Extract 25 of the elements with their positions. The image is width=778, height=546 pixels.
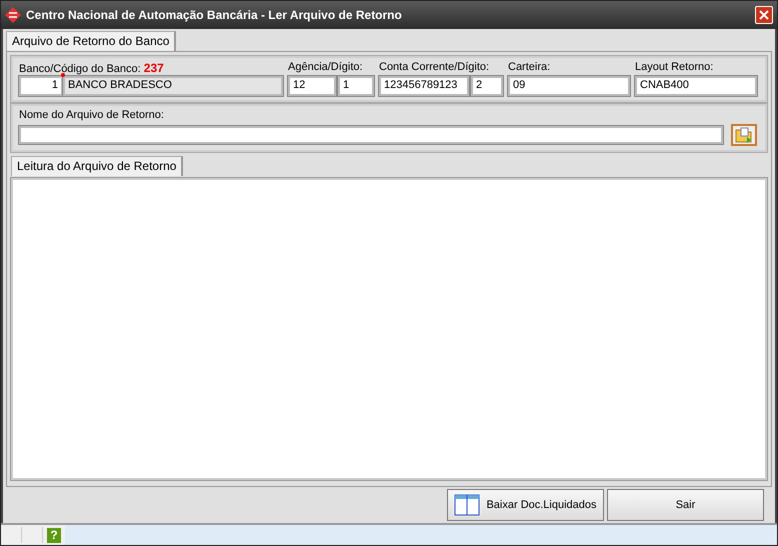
download-button[interactable]: Baixar Doc.Liquidados [447,489,604,521]
window-title: Centro Nacional de Automação Bancária - Ler Arquivo de Retorno [26,8,403,22]
close-button[interactable] [755,6,773,24]
tab[interactable]: Arquivo de Retorno do Banco [6,31,176,51]
input-field[interactable]: 2 [471,76,503,96]
field-label: Carteira: [508,61,552,75]
field-label: Agência/Dígito: [288,61,364,75]
input-field[interactable]: 09 [508,76,630,96]
file-name-field[interactable] [19,126,723,144]
window-columns-icon [454,494,480,516]
close-icon [759,10,769,20]
bank-code-field[interactable]: 1 [19,76,63,96]
exit-button[interactable]: Sair [607,489,764,521]
input-field[interactable]: 1 [338,76,374,96]
field-label: Banco/Código do Banco: 237 [19,61,165,75]
field-label: Conta Corrente/Dígito: [379,61,490,75]
input-field[interactable]: 12 [288,76,336,96]
field-label: Layout Retorno: [635,61,714,75]
app-logo-icon [5,7,21,23]
input-field[interactable]: 123456789123 [379,76,469,96]
field-label: Nome do Arquivo de Retorno: [19,109,165,123]
browse-folder-button[interactable] [731,124,757,146]
tab[interactable]: Leitura do Arquivo de Retorno [11,156,184,176]
bank-name-field: BANCO BRADESCO [63,76,283,96]
input-field[interactable]: CNAB400 [635,76,757,96]
